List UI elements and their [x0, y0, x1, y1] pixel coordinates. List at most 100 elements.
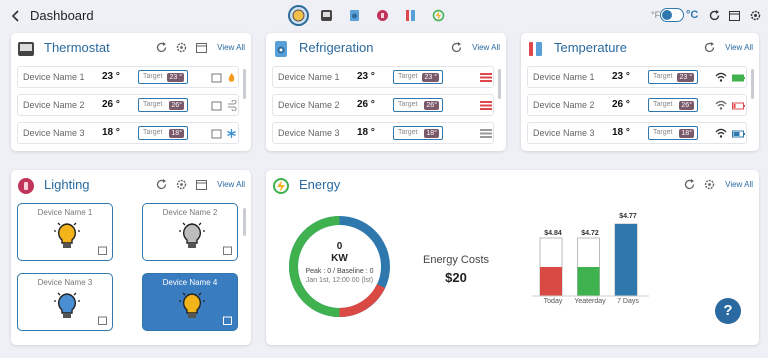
device-row[interactable]: Device Name 2 26 ° Target 26° — [17, 94, 239, 116]
device-row[interactable]: Device Name 1 23 ° Target 23 ° — [17, 66, 239, 88]
target-label: Target — [398, 129, 418, 136]
calendar-icon[interactable] — [98, 246, 107, 255]
bar-7-days[interactable] — [615, 224, 637, 296]
bar-yeaterday[interactable] — [577, 267, 600, 296]
card-title: Thermostat — [44, 40, 110, 55]
refresh-icon[interactable] — [703, 41, 716, 54]
device-row[interactable]: Device Name 1 23 ° Target 23 ° — [527, 66, 747, 88]
device-row[interactable]: Device Name 2 26 ° Target 26° — [527, 94, 747, 116]
device-row[interactable]: Device Name 3 18 ° Target 18° — [527, 122, 747, 144]
status-lines-icon — [480, 129, 492, 138]
device-app-icon[interactable] — [316, 5, 337, 26]
target-box[interactable]: Target 23 ° — [138, 70, 188, 84]
light-tile[interactable]: Device Name 3 — [17, 273, 113, 331]
device-row[interactable]: Device Name 3 18 ° Target 18° — [272, 122, 494, 144]
refrigeration-app-icon[interactable] — [344, 5, 365, 26]
device-row[interactable]: Device Name 2 26 ° Target 26° — [272, 94, 494, 116]
toggle-knob — [662, 10, 672, 20]
gauge-peak-text: Peak : 0 / Baseline : 0 — [305, 268, 374, 275]
calendar-icon[interactable] — [211, 72, 222, 83]
target-box[interactable]: Target 18° — [648, 126, 698, 140]
wifi-icon — [715, 128, 727, 138]
energy-cost-chart — [532, 223, 649, 297]
gauge-segment-red — [339, 283, 386, 317]
target-value: 18° — [169, 129, 184, 138]
unit-toggle[interactable] — [660, 8, 684, 22]
energy-app-icon[interactable] — [428, 5, 449, 26]
refresh-icon[interactable] — [155, 41, 168, 54]
settings-gear-icon[interactable] — [175, 41, 188, 54]
gauge-time-text: Jan 1st, 12:00 00 (lst) — [305, 277, 374, 284]
wifi-icon — [715, 100, 727, 110]
calendar-icon[interactable] — [223, 316, 232, 325]
battery-medium-icon — [732, 130, 745, 138]
energy-costs-value: $20 — [445, 270, 467, 285]
lighting-icon — [18, 178, 34, 194]
calendar-icon[interactable] — [728, 9, 741, 22]
status-lines-icon — [480, 101, 492, 110]
calendar-icon[interactable] — [195, 178, 208, 191]
view-all-link[interactable]: View All — [217, 180, 245, 189]
card-header: Temperature View All — [527, 39, 753, 59]
target-label: Target — [398, 73, 418, 80]
settings-gear-icon[interactable] — [703, 178, 716, 191]
light-name: Device Name 3 — [37, 278, 93, 287]
target-box[interactable]: Target 26° — [648, 98, 698, 112]
view-all-link[interactable]: View All — [217, 43, 245, 52]
target-box[interactable]: Target 26° — [138, 98, 188, 112]
temperature-app-icon[interactable] — [400, 5, 421, 26]
light-tile[interactable]: Device Name 1 — [17, 203, 113, 261]
app-switcher — [288, 5, 449, 27]
battery-full-icon — [732, 74, 745, 82]
thermostat-app-icon[interactable] — [288, 5, 309, 26]
device-name: Device Name 2 — [23, 100, 85, 110]
help-button[interactable]: ? — [715, 298, 741, 324]
view-all-link[interactable]: View All — [472, 43, 500, 52]
target-box[interactable]: Target 18° — [138, 126, 188, 140]
settings-gear-icon[interactable] — [175, 178, 188, 191]
calendar-icon[interactable] — [195, 41, 208, 54]
back-arrow-icon[interactable] — [9, 9, 23, 23]
scrollbar[interactable] — [243, 208, 246, 236]
scrollbar[interactable] — [243, 69, 246, 99]
light-tile[interactable]: Device Name 2 — [142, 203, 238, 261]
light-tile-selected[interactable]: Device Name 4 — [142, 273, 238, 331]
light-name: Device Name 4 — [162, 278, 218, 287]
device-row[interactable]: Device Name 3 18 ° Target 18° — [17, 122, 239, 144]
calendar-icon[interactable] — [211, 100, 222, 111]
target-label: Target — [143, 101, 163, 108]
settings-gear-icon[interactable] — [749, 9, 762, 22]
scrollbar[interactable] — [751, 69, 754, 99]
calendar-icon[interactable] — [211, 128, 222, 139]
refresh-icon[interactable] — [450, 41, 463, 54]
refresh-icon[interactable] — [708, 9, 721, 22]
device-list: Device Name 1 23 ° Target 23 ° Device Nam… — [17, 66, 239, 150]
target-box[interactable]: Target 23 ° — [648, 70, 698, 84]
target-box[interactable]: Target 18° — [393, 126, 443, 140]
target-label: Target — [143, 129, 163, 136]
device-row[interactable]: Device Name 1 23 ° Target 23 ° — [272, 66, 494, 88]
view-all-link[interactable]: View All — [725, 43, 753, 52]
target-value: 23 ° — [677, 73, 694, 82]
target-value: 26° — [169, 101, 184, 110]
refresh-icon[interactable] — [683, 178, 696, 191]
device-value: 23 ° — [357, 71, 375, 82]
bar-category-label: Yeaterday — [574, 298, 606, 305]
calendar-icon[interactable] — [223, 246, 232, 255]
refrigeration-icon — [275, 41, 287, 57]
scrollbar[interactable] — [498, 69, 501, 99]
view-all-link[interactable]: View All — [725, 180, 753, 189]
device-value: 26 ° — [612, 99, 630, 110]
calendar-icon[interactable] — [98, 316, 107, 325]
target-box[interactable]: Target 26° — [393, 98, 443, 112]
celsius-label: °C — [686, 9, 699, 21]
bar-category-label: Today — [543, 298, 563, 305]
bulb-on-icon — [179, 292, 205, 318]
bar-today[interactable] — [540, 267, 562, 296]
lighting-app-icon[interactable] — [372, 5, 393, 26]
target-box[interactable]: Target 23 ° — [393, 70, 443, 84]
energy-gauge — [289, 216, 390, 317]
target-label: Target — [653, 129, 673, 136]
refresh-icon[interactable] — [155, 178, 168, 191]
flame-icon — [228, 73, 235, 82]
